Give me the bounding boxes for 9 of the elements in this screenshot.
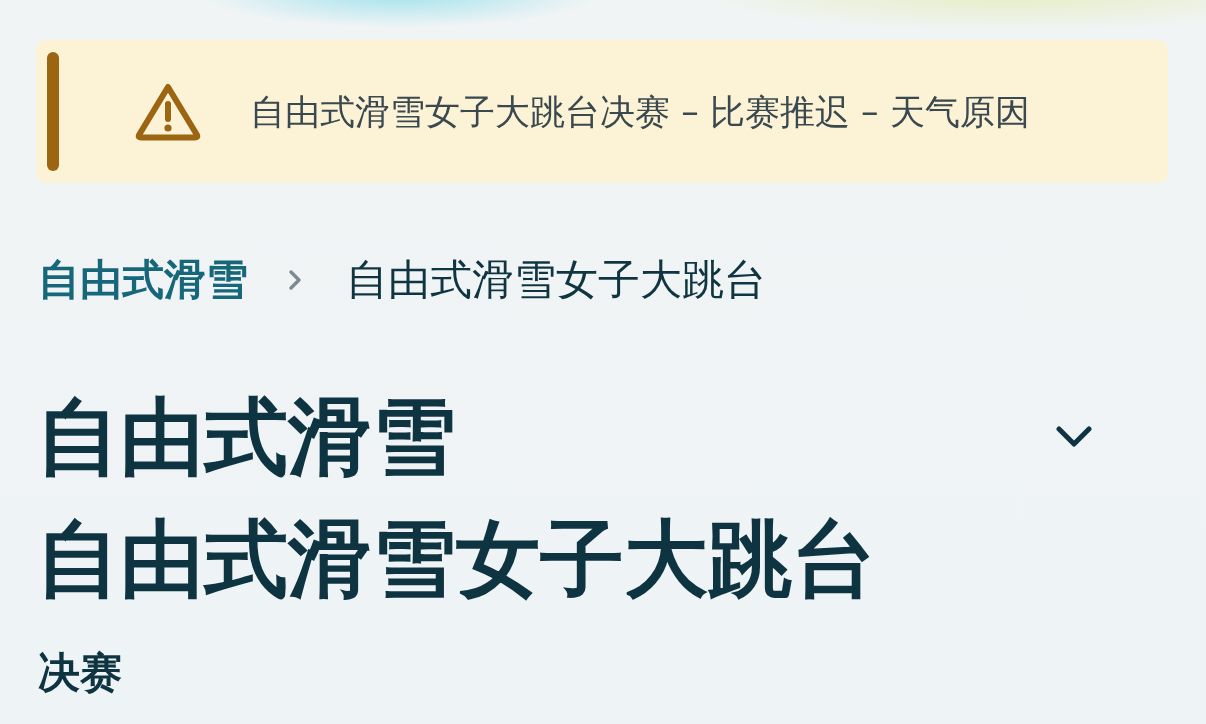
event-title: 自由式滑雪女子大跳台 bbox=[36, 509, 876, 610]
phase-label: 决赛 bbox=[37, 649, 123, 697]
warning-icon bbox=[135, 82, 201, 141]
breadcrumb-current: 自由式滑雪女子大跳台 bbox=[346, 256, 766, 304]
chevron-down-icon bbox=[1056, 426, 1092, 448]
alert-message: 自由式滑雪女子大跳台决赛 – 比赛推迟 – 天气原因 bbox=[250, 90, 1030, 134]
sport-title: 自由式滑雪 bbox=[36, 387, 456, 488]
chevron-right-icon bbox=[288, 269, 302, 291]
breadcrumb-link[interactable]: 自由式滑雪 bbox=[38, 256, 248, 304]
